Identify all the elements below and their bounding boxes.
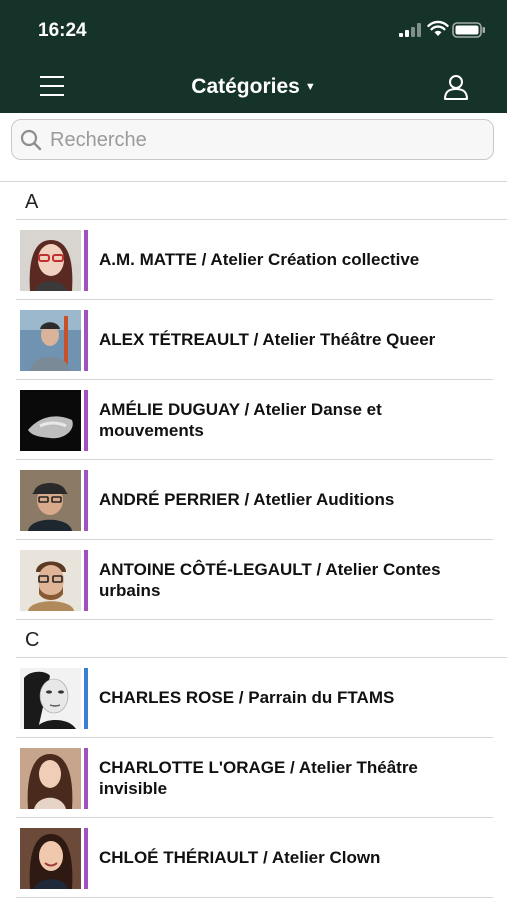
list-item-label: CHARLES ROSE / Parrain du FTAMS (99, 688, 395, 707)
list-item[interactable]: CHARLES ROSE / Parrain du FTAMS (16, 658, 493, 738)
search-icon (20, 129, 42, 151)
cellular-signal-icon (399, 23, 421, 37)
avatar (20, 470, 81, 531)
category-bar (84, 470, 88, 531)
status-bar: 16:24 (0, 0, 507, 60)
avatar (20, 668, 81, 729)
search-box[interactable] (11, 119, 494, 160)
list-item-label: AMÉLIE DUGUAY / Atelier Danse et mouveme… (99, 399, 382, 440)
avatar (20, 550, 81, 611)
search-bar-container (0, 113, 507, 182)
user-profile-icon[interactable] (443, 74, 469, 100)
section-header-a: A (16, 182, 507, 220)
section-letter: C (25, 629, 40, 651)
category-bar (84, 668, 88, 729)
list-item-label: CHLOÉ THÉRIAULT / Atelier Clown (99, 848, 381, 867)
list-item[interactable]: ANTOINE CÔTÉ-LEGAULT / Atelier Contes ur… (16, 540, 493, 620)
categories-dropdown[interactable]: Catégories ▼ (0, 75, 507, 99)
list-item[interactable]: ALEX TÉTREAULT / Atelier Théâtre Queer (16, 300, 493, 380)
list-item[interactable]: AMÉLIE DUGUAY / Atelier Danse et mouveme… (16, 380, 493, 460)
list-item-label: ALEX TÉTREAULT / Atelier Théâtre Queer (99, 330, 436, 349)
list-item[interactable]: CHLOÉ THÉRIAULT / Atelier Clown (16, 818, 493, 898)
wifi-icon (427, 20, 449, 36)
category-bar (84, 550, 88, 611)
avatar (20, 748, 81, 809)
status-time: 16:24 (38, 20, 87, 41)
list-item-label: A.M. MATTE / Atelier Création collective (99, 250, 420, 269)
avatar (20, 390, 81, 451)
category-bar (84, 310, 88, 371)
dropdown-caret-icon: ▼ (304, 81, 316, 93)
list-item-label: CHARLOTTE L'ORAGE / Atelier Théâtre invi… (99, 757, 418, 798)
category-bar (84, 828, 88, 889)
category-bar (84, 748, 88, 809)
people-list: A A.M. MATTE / Atelier Création collecti… (0, 182, 507, 898)
navigation-bar: Catégories ▼ (0, 60, 507, 113)
avatar (20, 230, 81, 291)
list-item[interactable]: ANDRÉ PERRIER / Atetlier Auditions (16, 460, 493, 540)
list-item[interactable]: A.M. MATTE / Atelier Création collective (16, 220, 493, 300)
category-bar (84, 230, 88, 291)
nav-title-text: Catégories (191, 75, 300, 98)
avatar (20, 828, 81, 889)
battery-icon (452, 22, 485, 38)
search-input[interactable] (48, 120, 482, 160)
list-item-label: ANTOINE CÔTÉ-LEGAULT / Atelier Contes ur… (99, 559, 441, 600)
avatar (20, 310, 81, 371)
list-item-label: ANDRÉ PERRIER / Atetlier Auditions (99, 490, 395, 509)
category-bar (84, 390, 88, 451)
list-item[interactable]: CHARLOTTE L'ORAGE / Atelier Théâtre invi… (16, 738, 493, 818)
section-letter: A (25, 191, 39, 213)
section-header-c: C (16, 620, 507, 658)
